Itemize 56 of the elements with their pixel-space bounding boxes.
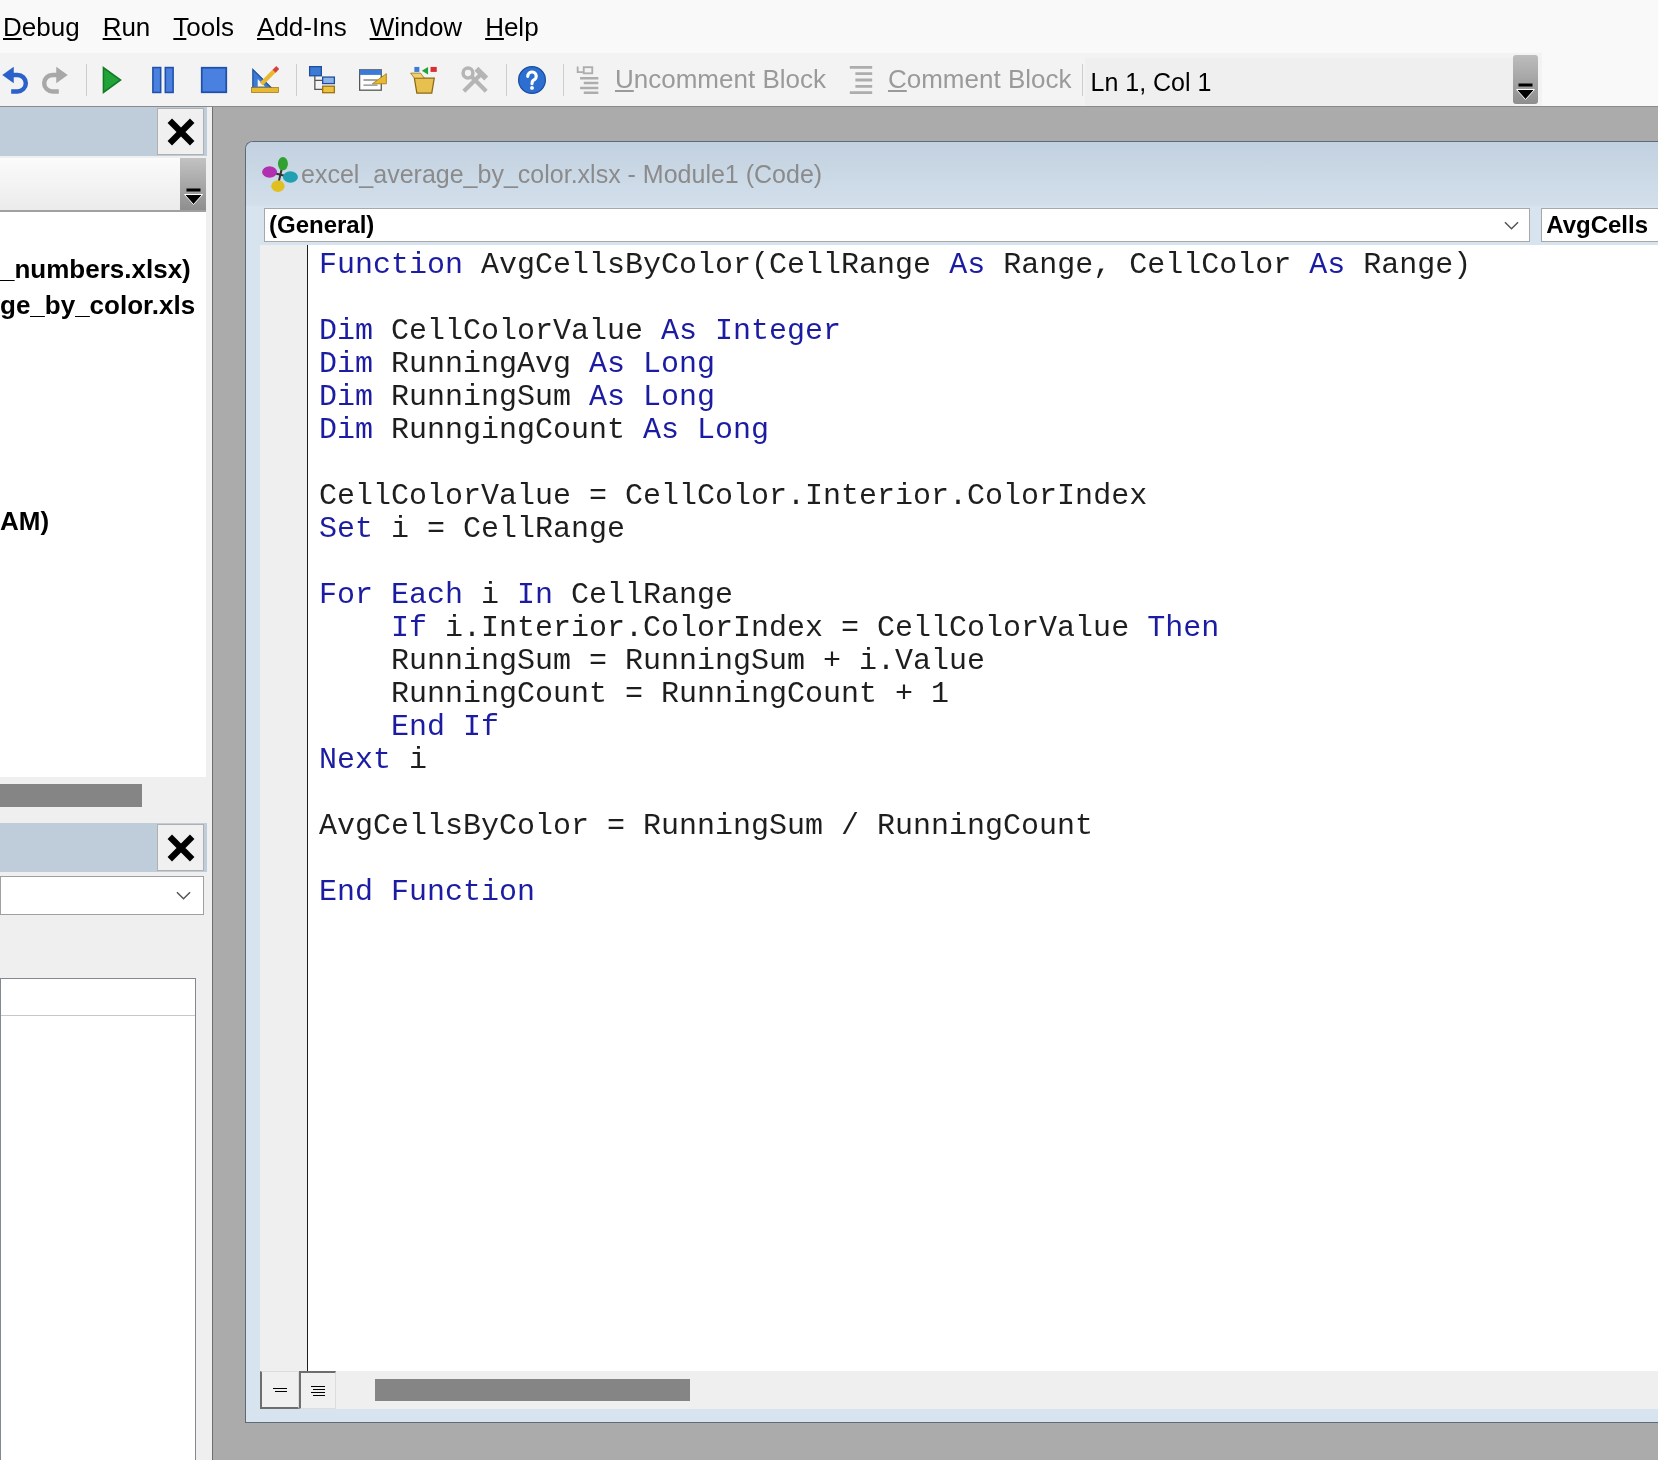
tree-item[interactable]: ge_by_color.xls <box>0 287 196 323</box>
code-line: CellColorValue = CellColor.Interior.ColorIndex <box>319 480 1148 513</box>
chevron-down-icon <box>1504 220 1520 230</box>
pause-icon <box>149 65 177 94</box>
procedure-view-button[interactable] <box>260 1371 299 1409</box>
help-icon <box>518 65 546 94</box>
menu-item[interactable]: Tools <box>173 10 235 43</box>
box-icon <box>410 65 438 94</box>
hierarchy-icon <box>308 65 336 94</box>
code-line: RunningCount = RunningCount + 1 <box>391 678 950 711</box>
object-dropdown[interactable] <box>0 876 204 915</box>
curved-arrow-icon <box>1 65 29 94</box>
lines-icon <box>273 1387 287 1392</box>
menu-item[interactable]: Run <box>102 10 151 43</box>
lines-icon <box>311 1385 325 1396</box>
menu-item[interactable]: Help <box>485 10 539 43</box>
tools-icon <box>461 65 489 94</box>
code-line: RunningSum = RunningSum + i.Value <box>391 645 986 678</box>
procedure-combo[interactable]: AvgCells <box>1541 208 1658 242</box>
code-line: Dim RunningSum As Long <box>319 381 716 414</box>
ruler-pencil-icon <box>251 65 279 94</box>
code-line: Function AvgCellsByColor(CellRange As Range, CellColor As Range) <box>319 249 1472 282</box>
code-line: For Each i In CellRange <box>319 579 734 612</box>
tree-item[interactable]: _numbers.xlsx) <box>0 251 191 287</box>
curved-arrow-icon <box>41 65 69 94</box>
caret-icon <box>183 188 203 205</box>
code-line: Set i = CellRange <box>319 513 626 546</box>
horizontal-scrollbar[interactable] <box>336 1371 1658 1409</box>
chevron-down-icon <box>176 891 191 900</box>
menu-item[interactable]: Add-Ins <box>257 10 347 43</box>
full-module-view-button[interactable] <box>299 1371 336 1409</box>
close-button[interactable] <box>157 824 204 871</box>
toolbar-overflow-button[interactable] <box>180 158 206 210</box>
stop-icon <box>200 65 228 94</box>
scrollbar-thumb[interactable] <box>0 783 142 807</box>
menu-item[interactable]: Debug <box>3 10 80 43</box>
code-line: If i.Interior.ColorIndex = CellColorValue Then <box>391 612 1220 645</box>
shapes-icon <box>262 156 298 192</box>
caret-icon <box>1516 83 1536 100</box>
code-line: Dim RunngingCount As Long <box>319 414 770 447</box>
object-combo[interactable]: (General) <box>264 208 1531 242</box>
close-icon <box>166 117 195 146</box>
code-line: AvgCellsByColor = RunningSum / RunningCount <box>319 810 1094 843</box>
cursor-position-display: Ln 1, Col 1 <box>1085 58 1514 106</box>
close-icon <box>166 833 195 862</box>
window-title: excel_average_by_color.xlsx - Module1 (Code) <box>301 159 823 189</box>
code-line: End Function <box>319 876 536 909</box>
code-line: End If <box>391 711 500 744</box>
code-line: Dim RunningAvg As Long <box>319 348 716 381</box>
code-line: Dim CellColorValue As Integer <box>319 315 842 348</box>
scrollbar-thumb[interactable] <box>375 1379 690 1401</box>
close-button[interactable] <box>157 108 204 155</box>
toolbar-overflow-button[interactable] <box>1513 55 1539 104</box>
menu-item[interactable]: Window <box>369 10 463 43</box>
code-line: Next i <box>319 744 428 777</box>
tree-item[interactable]: AM) <box>0 503 50 539</box>
